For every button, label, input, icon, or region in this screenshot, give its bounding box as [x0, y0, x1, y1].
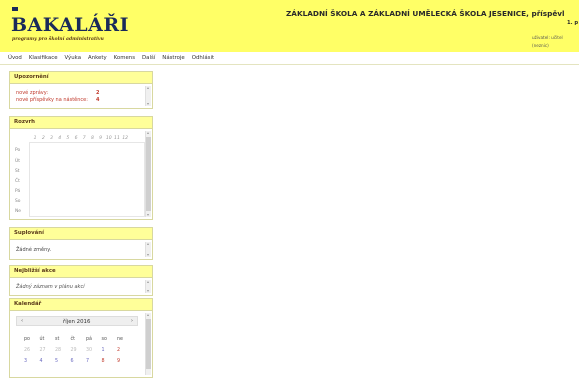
panel-rozvrh: Rozvrh 1 2 3 4 5 6 7 8 9 10 11 12 Po Út St Čt Pá So… [9, 116, 153, 220]
scrollbar[interactable] [145, 131, 151, 217]
weekday: čt [70, 337, 76, 342]
scroll-up-icon[interactable] [147, 281, 149, 283]
calendar-day[interactable]: 5 [55, 359, 71, 364]
scroll-up-icon[interactable] [147, 243, 149, 245]
calendar-day[interactable]: 2 [117, 348, 133, 353]
calendar-day[interactable]: 29 [71, 348, 87, 353]
schedule-day: Ne [15, 209, 21, 214]
period-header: 6 [74, 136, 78, 141]
calendar-day[interactable]: 30 [86, 348, 102, 353]
schedule-day: St [15, 169, 20, 174]
weekday: po [24, 337, 30, 342]
scroll-down-icon[interactable] [147, 103, 149, 105]
calendar-day[interactable]: 8 [102, 359, 118, 364]
period-header: 7 [82, 136, 86, 141]
scroll-thumb[interactable] [146, 137, 151, 211]
scroll-up-icon[interactable] [147, 87, 149, 89]
menu-item-ankety[interactable]: Ankety [88, 55, 107, 61]
calendar-weekdays: po út st čt pá so ne [24, 337, 133, 342]
scroll-down-icon[interactable] [147, 290, 149, 292]
main-menu: Úvod Klasifikace Výuka Ankety Komens Dal… [0, 52, 579, 65]
menu-item-klasifikace[interactable]: Klasifikace [29, 55, 58, 61]
period-header: 2 [41, 136, 45, 141]
calendar-day[interactable]: 9 [117, 359, 133, 364]
scrollbar[interactable] [145, 86, 151, 106]
scrollbar[interactable] [145, 242, 151, 257]
period-header: 10 [105, 136, 112, 141]
period-header: 8 [90, 136, 94, 141]
calendar-day[interactable]: 3 [24, 359, 40, 364]
scrollbar[interactable] [145, 280, 151, 293]
schedule-day: Út [15, 159, 20, 164]
scroll-up-icon[interactable] [147, 314, 149, 316]
user-value: (neznic) [532, 43, 549, 48]
logo-mark-icon [12, 7, 18, 11]
calendar-day[interactable]: 28 [55, 348, 71, 353]
panel-suplovani: Suplování Žádné změny. [9, 227, 153, 260]
weekday: út [39, 337, 45, 342]
app-logo[interactable]: BAKALÁŘI [11, 14, 129, 36]
calendar-prev-icon[interactable]: ‹ [21, 318, 23, 324]
logo-subtitle: programy pro školní administrativu [12, 37, 104, 42]
weekday: st [55, 337, 60, 342]
schedule-day: So [15, 199, 21, 204]
calendar-day[interactable]: 4 [40, 359, 56, 364]
period-header: 1 [33, 136, 37, 141]
scrollbar[interactable] [145, 313, 151, 375]
panel-title: Kalendář [10, 299, 152, 311]
weekday: so [101, 337, 107, 342]
calendar-day[interactable]: 26 [24, 348, 40, 353]
panel-title: Upozornění [10, 72, 152, 84]
events-text: Žádný záznam v plánu akcí [16, 284, 85, 290]
menu-item-uvod[interactable]: Úvod [8, 55, 22, 61]
scroll-up-icon[interactable] [147, 132, 149, 134]
notice-value-messages: 2 [96, 90, 100, 96]
panel-upozorneni: Upozornění nové zprávy: 2 nové příspěvky… [9, 71, 153, 109]
period-header: 3 [50, 136, 53, 141]
weekday: pá [86, 337, 92, 342]
panel-title: Suplování [10, 228, 152, 240]
notice-label-messages[interactable]: nové zprávy: [16, 90, 48, 96]
schedule-day: Po [15, 148, 21, 153]
calendar-nav: ‹ říjen 2016 › [16, 316, 138, 326]
schedule-period-headers: 1 2 3 4 5 6 7 8 9 10 11 12 [31, 136, 129, 141]
notice-value-board: 4 [96, 97, 100, 103]
calendar-day[interactable]: 1 [102, 348, 118, 353]
schedule-grid [29, 142, 145, 217]
calendar-day[interactable]: 7 [86, 359, 102, 364]
school-name: ZÁKLADNÍ ŠKOLA A ZÁKLADNÍ UMĚLECKÁ ŠKOLA… [286, 9, 565, 18]
scroll-down-icon[interactable] [147, 214, 149, 216]
menu-item-nastroje[interactable]: Nástroje [162, 55, 184, 61]
weekday: ne [117, 337, 123, 342]
calendar-week: 26 27 28 29 30 1 2 [24, 348, 133, 353]
calendar-month: říjen 2016 [63, 318, 91, 325]
schedule-day: Pá [15, 189, 21, 194]
panel-title: Rozvrh [10, 117, 152, 129]
calendar-week: 3456789 [24, 359, 133, 364]
substitution-text: Žádné změny. [16, 247, 52, 253]
period-header: 11 [114, 136, 120, 141]
school-subtitle: 1. p [567, 20, 579, 26]
menu-item-odhlasit[interactable]: Odhlásit [192, 55, 214, 61]
panel-title: Nejbližší akce [10, 266, 152, 278]
menu-item-komens[interactable]: Komens [114, 55, 135, 61]
app-header: BAKALÁŘI programy pro školní administrat… [0, 0, 579, 52]
menu-item-vyuka[interactable]: Výuka [65, 55, 81, 61]
scroll-thumb[interactable] [146, 319, 151, 369]
notice-label-board[interactable]: nové příspěvky na nástěnce: [16, 97, 88, 103]
scroll-down-icon[interactable] [147, 254, 149, 256]
schedule-day: Čt [15, 179, 20, 184]
calendar-day[interactable]: 27 [40, 348, 56, 353]
panel-akce: Nejbližší akce Žádný záznam v plánu akcí [9, 265, 153, 296]
period-header: 5 [66, 136, 70, 141]
panel-kalendar: Kalendář ‹ říjen 2016 › po út st čt pá so ne 2… [9, 298, 153, 378]
user-label: uživatel: učitel [532, 35, 563, 40]
calendar-day[interactable]: 6 [71, 359, 87, 364]
period-header: 9 [99, 136, 103, 141]
period-header: 4 [58, 136, 62, 141]
period-header: 12 [122, 136, 129, 141]
menu-item-dalsi[interactable]: Další [142, 55, 155, 61]
calendar-next-icon[interactable]: › [131, 318, 133, 324]
